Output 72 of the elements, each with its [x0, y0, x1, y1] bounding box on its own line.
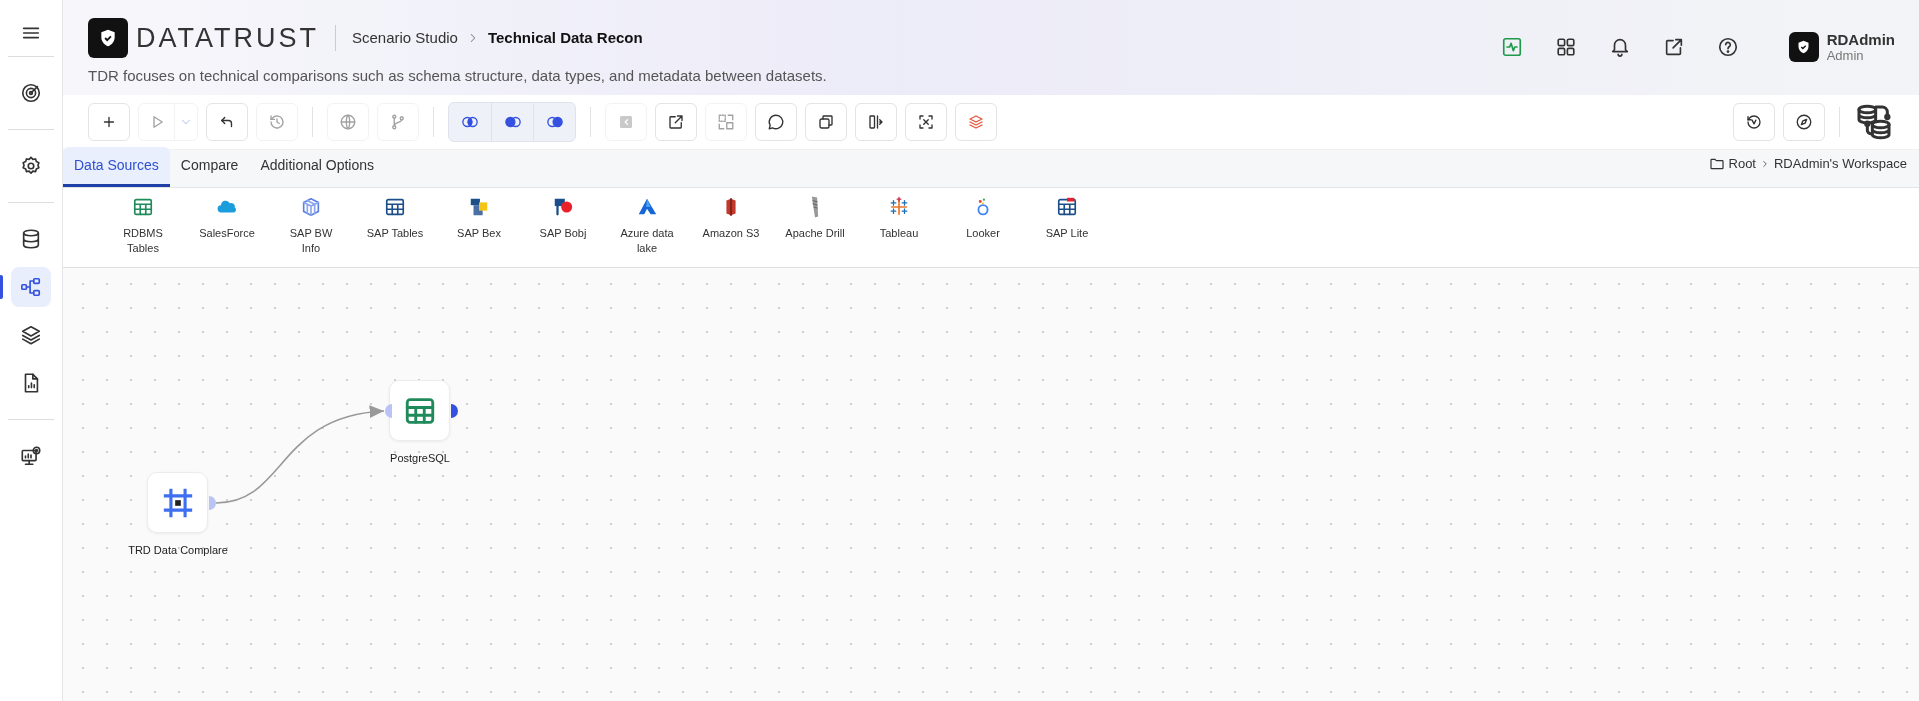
data-source-item[interactable]: SalesForce	[193, 196, 261, 241]
user-name: RDAdmin	[1826, 32, 1895, 49]
user-role: Admin	[1826, 48, 1865, 63]
dashed-frame-icon	[717, 113, 735, 131]
node-label: TRD Data Complare	[128, 543, 228, 558]
cube-icon	[300, 196, 322, 218]
apps-icon[interactable]	[1554, 36, 1577, 59]
toolbar-button[interactable]	[655, 103, 697, 141]
split-view-icon	[867, 113, 885, 131]
data-source-item[interactable]: Amazon S3	[697, 196, 765, 241]
tab[interactable]: Additional Options	[249, 147, 386, 187]
cross-cluster-icon	[888, 196, 910, 218]
data-source-item[interactable]: SAP BW Info	[277, 196, 345, 256]
data-source-item[interactable]: RDBMS Tables	[109, 196, 177, 256]
history-icon	[268, 113, 286, 131]
help-icon[interactable]	[1716, 36, 1739, 59]
workspace-name: RDAdmin's Workspace	[1774, 154, 1907, 173]
data-source-item[interactable]: Tableau	[865, 196, 933, 241]
data-source-item[interactable]: SAP Bobj	[529, 196, 597, 241]
input-handle[interactable]	[385, 404, 392, 418]
settings-icon	[20, 155, 42, 177]
version-history-icon	[1745, 113, 1763, 131]
chevron-icon	[1760, 158, 1770, 169]
toolbar-button[interactable]	[855, 103, 897, 141]
monitor-icon	[20, 445, 42, 467]
workflow-node[interactable]	[147, 472, 208, 533]
layers-icon	[20, 324, 42, 346]
path-root-link[interactable]: Root	[1728, 153, 1756, 174]
collapse-icon	[617, 113, 635, 131]
logo-text: DATATRUST	[136, 22, 319, 55]
tab[interactable]: Compare	[169, 147, 250, 187]
data-source-item[interactable]: Looker	[949, 196, 1017, 241]
navigator-button[interactable]	[1783, 103, 1825, 141]
workflow-node[interactable]	[389, 380, 450, 441]
report-dot-icon	[552, 196, 574, 218]
database-sync-icon[interactable]	[1854, 102, 1894, 142]
tab[interactable]: Data Sources	[63, 147, 170, 187]
toolbar-button[interactable]	[905, 103, 947, 141]
workflow-icon	[20, 276, 42, 298]
version-button[interactable]	[1733, 103, 1775, 141]
table-icon	[384, 196, 406, 218]
data-source-item[interactable]: SAP Tables	[361, 196, 429, 241]
data-source-item[interactable]: Apache Drill	[781, 196, 849, 241]
comment-icon	[767, 113, 785, 131]
globe-icon	[339, 113, 357, 131]
page-description: TDR focuses on technical comparisons such as schema structure, data types, and metadata between datasets.	[88, 65, 827, 86]
output-handle[interactable]	[451, 404, 458, 418]
copy-icon	[817, 113, 835, 131]
node-label: PostgreSQL	[390, 451, 450, 466]
feather-icon	[810, 196, 820, 218]
data-source-item[interactable]: SAP Lite	[1033, 196, 1101, 241]
toolbar-button[interactable]	[805, 103, 847, 141]
logo-icon	[88, 18, 128, 59]
table-icon	[132, 196, 154, 218]
export-icon	[667, 113, 685, 131]
target-icon	[20, 82, 42, 104]
stack-icon	[967, 113, 985, 131]
branch-icon	[389, 113, 407, 131]
data-source-item[interactable]: SAP Bex	[445, 196, 513, 241]
scan-icon	[917, 113, 935, 131]
toolbar-button[interactable]	[755, 103, 797, 141]
toolbar-button[interactable]	[88, 103, 130, 141]
breadcrumb-link[interactable]: Scenario Studio	[352, 27, 458, 50]
compass-icon	[1795, 113, 1813, 131]
database-icon	[20, 228, 42, 250]
output-handle[interactable]	[209, 496, 216, 510]
activity-icon[interactable]	[1500, 36, 1523, 59]
page-title: Technical Data Recon	[487, 28, 643, 48]
table-icon	[1056, 196, 1078, 218]
data-source-item[interactable]: Azure data lake	[613, 196, 681, 256]
report-cube-icon	[468, 196, 490, 218]
avatar-icon[interactable]	[1788, 32, 1819, 63]
